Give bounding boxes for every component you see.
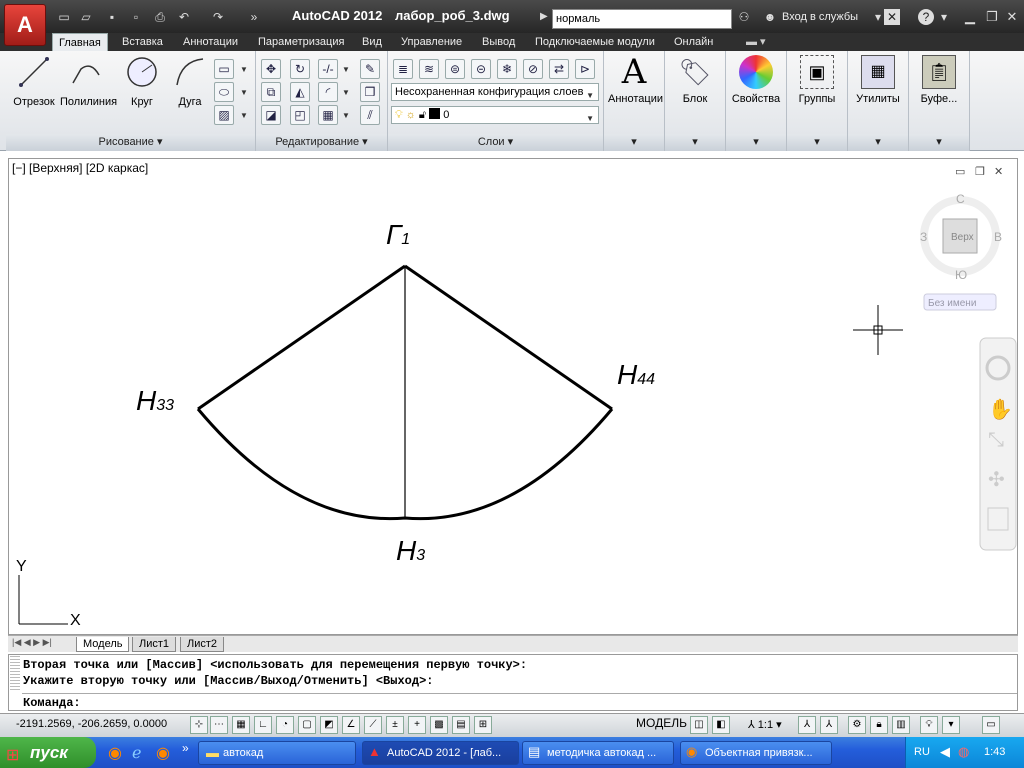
otrack-icon[interactable]: ∠ [342, 716, 360, 734]
clean-screen-icon[interactable]: ▭ [982, 716, 1000, 734]
label-left: Н33 [136, 385, 174, 416]
right-radius-line[interactable] [404, 264, 613, 411]
viewcube[interactable]: Верх С Ю З В [920, 192, 1002, 282]
label-top: Г1 [386, 219, 410, 250]
tab-sheet2[interactable]: Лист2 [180, 637, 225, 652]
taskbar-firefox-label: Объектная привязк... [705, 747, 813, 759]
model-space-button[interactable]: МОДЕЛЬ [636, 716, 687, 730]
quick-view-drawings-icon[interactable]: ◧ [712, 716, 730, 734]
application-menu-button[interactable]: A [4, 4, 46, 46]
taskbar-item-autocad[interactable]: AutoCAD 2012 - [лаб... [362, 741, 519, 765]
tray-back-icon[interactable]: ◀ [940, 744, 950, 760]
quick-view-layouts-icon[interactable]: ◫ [690, 716, 708, 734]
ie-quicklaunch-icon[interactable]: ℯ [132, 743, 141, 763]
drawing-svg: Г1 Н33 Н44 Н3 Верх С Ю З В Без имени ✋ ⤡… [16, 192, 1017, 629]
label-bottom: Н3 [396, 535, 425, 566]
word-doc-icon: ▤ [528, 744, 541, 759]
crosshair-cursor [853, 305, 903, 355]
firefox-icon: ◉ [686, 744, 698, 759]
orbit-icon[interactable]: ✣ [988, 469, 1005, 491]
language-indicator[interactable]: RU [914, 746, 930, 758]
scale-icon: ⅄ [748, 719, 755, 731]
command-history-line2: Укажите вторую точку или [Массив/Выход/О… [23, 674, 434, 688]
compass-east[interactable]: В [994, 230, 1002, 244]
dyn-icon[interactable]: ± [386, 716, 404, 734]
clock[interactable]: 1:43 [984, 746, 1005, 758]
osnap-icon[interactable]: ▢ [298, 716, 316, 734]
left-radius-line[interactable] [197, 264, 406, 411]
status-menu-icon[interactable]: ▾ [942, 716, 960, 734]
taskbar-word-label: методичка автокад ... [547, 747, 657, 759]
ducs-icon[interactable]: ⟋ [364, 716, 382, 734]
taskbar-item-folder[interactable]: автокад [198, 741, 356, 765]
compass-north[interactable]: С [956, 192, 965, 206]
tab-model[interactable]: Модель [76, 637, 130, 652]
annotation-scale-value: 1:1 [757, 719, 774, 731]
lineweight-icon[interactable]: + [408, 716, 426, 734]
layout-tab-bar: |◀ ◀ ▶ ▶| Модель Лист1 Лист2 [8, 635, 1018, 652]
auto-scale-icon[interactable]: ⅄ [820, 716, 838, 734]
firefox-quicklaunch-icon[interactable]: ◉ [108, 743, 122, 763]
label-right: Н44 [617, 359, 655, 390]
ucs-icon: Y X [16, 558, 81, 629]
selection-cycling-icon[interactable]: ⊞ [474, 716, 492, 734]
3d-osnap-icon[interactable]: ◩ [320, 716, 338, 734]
taskbar-folder-label: автокад [223, 747, 264, 759]
layout-nav-arrows-icon[interactable]: |◀ ◀ ▶ ▶| [12, 637, 52, 648]
sector-figure[interactable] [196, 264, 614, 521]
pan-icon[interactable]: ✋ [988, 397, 1013, 421]
folder-icon: ▬ [206, 745, 219, 760]
grid-icon[interactable]: ▦ [232, 716, 250, 734]
command-divider [22, 693, 1017, 694]
snap-mode-icon[interactable]: ⋯ [210, 716, 228, 734]
toolbar-lock-icon[interactable]: 🔒︎ [870, 716, 888, 734]
command-prompt[interactable]: Команда: [23, 696, 81, 710]
compass-west[interactable]: З [920, 230, 927, 244]
ucs-x-label: X [70, 612, 81, 629]
ucs-menu-label: Без имени [928, 298, 976, 309]
windows-logo-icon: ⊞ [6, 747, 20, 764]
command-history-line1: Вторая точка или [Массив] <использовать … [23, 658, 528, 672]
command-window-grip[interactable] [10, 656, 20, 692]
tray-app-icon[interactable]: ◍ [958, 744, 969, 760]
viewcube-top-label: Верх [951, 232, 974, 243]
transparency-icon[interactable]: ▩ [430, 716, 448, 734]
quicklaunch-more-icon[interactable]: » [182, 741, 189, 755]
annotation-visibility-icon[interactable]: ⅄ [798, 716, 816, 734]
taskbar-autocad-label: AutoCAD 2012 - [лаб... [387, 747, 502, 759]
isolate-objects-icon[interactable]: 💡︎ [920, 716, 938, 734]
navigation-bar: ✋ ⤡ ✣ [979, 337, 1017, 551]
ucs-y-label: Y [16, 558, 27, 575]
infer-constraints-icon[interactable]: ⊹ [190, 716, 208, 734]
compass-south[interactable]: Ю [955, 268, 967, 282]
polar-icon[interactable]: ◔ [276, 716, 294, 734]
autocad-window: { "window": {"app_title": "AutoCAD 2012"… [0, 0, 1024, 768]
quick-properties-icon[interactable]: ▤ [452, 716, 470, 734]
autocad-app-icon: ▲ [368, 744, 381, 759]
zoom-icon[interactable]: ⤡ [988, 429, 1004, 451]
ortho-icon[interactable]: ∟ [254, 716, 272, 734]
hardware-acceleration-icon[interactable]: ▥ [892, 716, 910, 734]
tab-sheet1[interactable]: Лист1 [132, 637, 177, 652]
firefox2-quicklaunch-icon[interactable]: ◉ [156, 743, 170, 763]
taskbar-item-firefox[interactable]: Объектная привязк... [680, 741, 832, 765]
annotation-scale[interactable]: ⅄ 1:1 ▾ [748, 718, 782, 731]
taskbar-item-word[interactable]: методичка автокад ... [522, 741, 674, 765]
workspace-gear-icon[interactable]: ⚙ [848, 716, 866, 734]
coordinates-readout[interactable]: -2191.2569, -206.2659, 0.0000 [16, 718, 167, 730]
start-label: пуск [30, 743, 68, 762]
